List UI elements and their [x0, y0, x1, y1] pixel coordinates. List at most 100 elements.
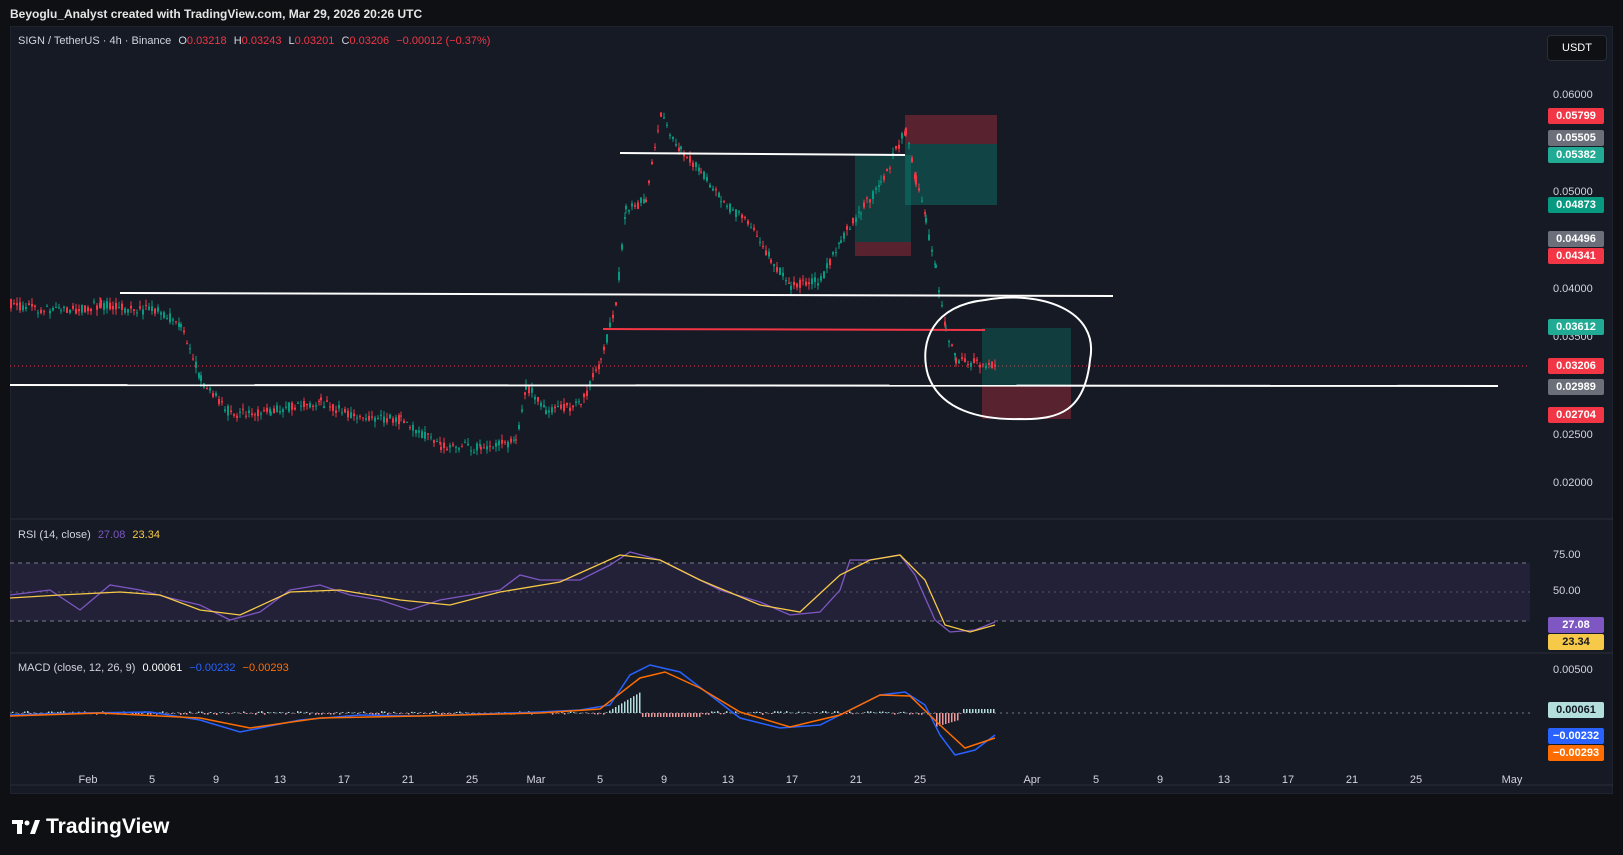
- candle-body: [898, 144, 900, 149]
- candle-body: [66, 307, 68, 313]
- candle-body: [440, 446, 442, 450]
- macd-histogram-bar: [147, 713, 149, 715]
- rsi-axis-label: 50.00: [1553, 585, 1581, 597]
- candle-body: [994, 364, 996, 367]
- candle-body: [935, 265, 937, 268]
- macd-histogram-bar: [600, 713, 602, 714]
- macd-label[interactable]: MACD (close, 12, 26, 9): [18, 662, 135, 674]
- candle-body: [785, 280, 787, 282]
- macd-histogram-bar: [297, 711, 299, 713]
- date-label: 13: [1217, 774, 1231, 786]
- macd-histogram-bar: [591, 713, 593, 714]
- macd-histogram-bar: [417, 713, 419, 715]
- candle-body: [790, 285, 792, 290]
- candle-body: [189, 348, 191, 350]
- candle-body: [332, 404, 334, 411]
- macd-histogram-bar: [819, 713, 821, 714]
- candle-body: [320, 397, 322, 401]
- candle-body: [954, 352, 956, 356]
- macd-histogram-bar: [612, 708, 614, 713]
- macd-legend[interactable]: MACD (close, 12, 26, 9) 0.00061 −0.00232…: [18, 662, 293, 674]
- chart-canvas[interactable]: [0, 0, 1623, 855]
- candle-body: [880, 181, 882, 183]
- date-label: 25: [913, 774, 927, 786]
- macd-histogram-bar: [765, 712, 767, 713]
- macd-histogram-bar: [864, 712, 866, 713]
- macd-histogram-bar: [48, 711, 50, 713]
- symbol-label[interactable]: SIGN / TetherUS · 4h · Binance: [18, 35, 171, 47]
- candle-body: [640, 197, 642, 203]
- candle-body: [915, 175, 917, 185]
- candle-body: [230, 410, 232, 413]
- candle-body: [157, 307, 159, 312]
- macd-histogram-bar: [774, 711, 776, 713]
- candle-body: [540, 402, 542, 407]
- candle-body: [443, 442, 445, 448]
- macd-histogram-bar: [780, 711, 782, 713]
- candle-body: [826, 263, 828, 269]
- candle-body: [889, 167, 891, 169]
- candle-body: [415, 429, 417, 434]
- macd-histogram-bar: [243, 711, 245, 713]
- candle-body: [395, 417, 397, 423]
- candle-body: [163, 312, 165, 318]
- date-label: 5: [148, 774, 156, 786]
- candle-body: [583, 393, 585, 398]
- candle-body: [700, 171, 702, 173]
- macd-histogram-bar: [876, 712, 878, 714]
- candle-body: [808, 282, 810, 285]
- macd-histogram-bar: [234, 712, 236, 713]
- rsi-ma-value: 23.34: [132, 529, 160, 541]
- macd-histogram-bar: [777, 711, 779, 713]
- macd-histogram-bar: [567, 712, 569, 714]
- macd-histogram-bar: [945, 713, 947, 724]
- candle-body: [326, 400, 328, 402]
- candle-body: [200, 375, 202, 382]
- candle-body: [663, 117, 665, 119]
- macd-histogram-bar: [837, 711, 839, 713]
- candle-body: [521, 409, 523, 412]
- candle-body: [720, 201, 722, 203]
- macd-histogram-bar: [330, 713, 332, 715]
- candle-body: [93, 301, 95, 303]
- macd-histogram-bar: [375, 713, 377, 715]
- macd-histogram-bar: [948, 713, 950, 724]
- candle-body: [452, 444, 454, 446]
- tradingview-logo[interactable]: TradingView: [12, 815, 169, 839]
- candle-body: [242, 408, 244, 410]
- candle-body: [368, 415, 370, 421]
- currency-button[interactable]: USDT: [1547, 35, 1607, 61]
- candle-body: [251, 413, 253, 416]
- rsi-legend[interactable]: RSI (14, close) 27.08 23.34: [18, 529, 164, 541]
- candle-body: [634, 204, 636, 207]
- candle-body: [421, 431, 423, 438]
- macd-histogram-bar: [387, 713, 389, 715]
- macd-histogram-bar: [162, 711, 164, 713]
- candle-body: [118, 307, 120, 309]
- candle-body: [464, 442, 466, 444]
- candle-body: [133, 309, 135, 311]
- macd-histogram-bar: [978, 709, 980, 713]
- candle-body: [537, 397, 539, 402]
- rsi-label[interactable]: RSI (14, close): [18, 529, 91, 541]
- macd-histogram-bar: [210, 712, 212, 713]
- candle-body: [925, 217, 927, 223]
- support-line: [9, 384, 1499, 387]
- macd-histogram-bar: [627, 699, 629, 713]
- macd-histogram-bar: [969, 709, 971, 713]
- candle-body: [315, 405, 317, 407]
- candle-body: [973, 358, 975, 364]
- candle-body: [103, 303, 105, 310]
- macd-histogram-bar: [735, 711, 737, 713]
- candle-body: [461, 446, 463, 448]
- macd-histogram-bar: [687, 713, 689, 717]
- price-legend[interactable]: SIGN / TetherUS · 4h · Binance O0.03218 …: [18, 35, 494, 47]
- candle-body: [715, 189, 717, 191]
- candle-body: [793, 281, 795, 286]
- candle-body: [31, 303, 33, 307]
- macd-histogram-bar: [846, 713, 848, 715]
- macd-histogram-bar: [582, 712, 584, 714]
- candle-body: [595, 369, 597, 371]
- macd-histogram-bar: [465, 712, 467, 713]
- macd-histogram-bar: [918, 713, 920, 715]
